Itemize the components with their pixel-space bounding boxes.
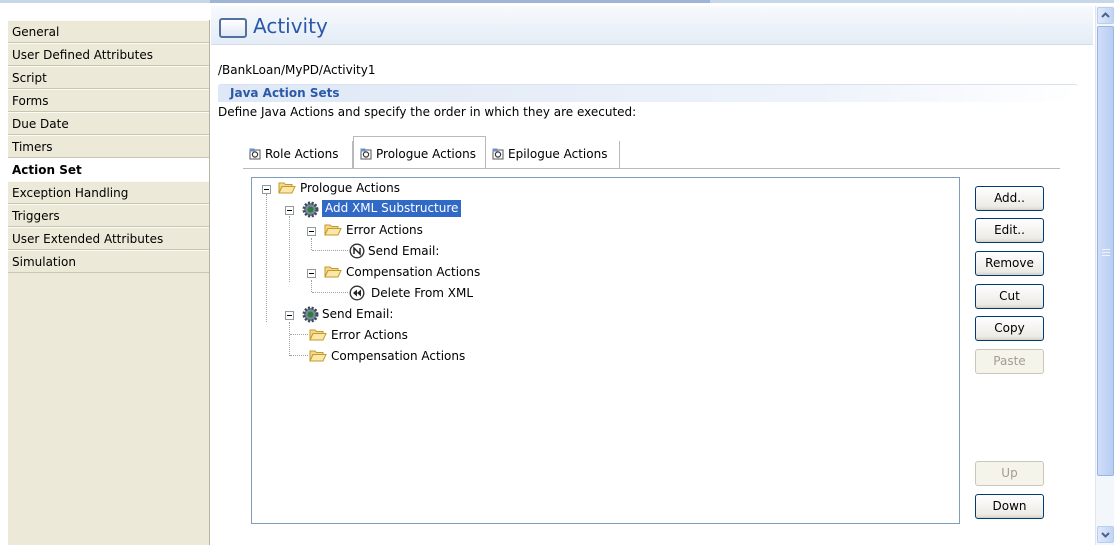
sidebar-item-triggers[interactable]: Triggers bbox=[8, 204, 209, 227]
down-button[interactable]: Down bbox=[975, 494, 1044, 519]
tree-node-label: Add XML Substructure bbox=[320, 199, 463, 218]
tab-prologue-actions[interactable]: Prologue Actions bbox=[353, 136, 486, 169]
up-button[interactable]: Up bbox=[975, 461, 1044, 486]
tree-node-label: Compensation Actions bbox=[346, 265, 481, 279]
collapse-toggle-icon[interactable] bbox=[307, 269, 316, 278]
tree-node-label: Delete From XML bbox=[371, 286, 474, 300]
tab-label: Role Actions bbox=[265, 147, 339, 161]
tree-connector bbox=[312, 250, 348, 251]
top-border-accent bbox=[210, 0, 710, 3]
tab-label: Prologue Actions bbox=[376, 147, 476, 161]
vertical-scrollbar[interactable] bbox=[1095, 6, 1114, 545]
sidebar-item-forms[interactable]: Forms bbox=[8, 89, 209, 112]
grip-line bbox=[1102, 255, 1110, 256]
tree-connector bbox=[290, 355, 308, 356]
rewind-circle-icon bbox=[349, 285, 365, 301]
tree-connector bbox=[289, 322, 290, 356]
tab-role-actions[interactable]: Role Actions bbox=[243, 141, 353, 169]
actions-tree[interactable]: Prologue Actions Add XML Substructure Er… bbox=[251, 177, 960, 524]
activity-box-icon bbox=[219, 18, 247, 38]
edit-button[interactable]: Edit.. bbox=[975, 218, 1044, 243]
java-action-icon bbox=[492, 148, 504, 160]
tree-node-label: Send Email: bbox=[368, 244, 440, 258]
page-header: Activity bbox=[211, 6, 1093, 45]
gear-icon bbox=[302, 306, 319, 323]
chevron-up-icon bbox=[1101, 12, 1110, 18]
folder-icon bbox=[324, 266, 342, 278]
tree-connector bbox=[312, 292, 348, 293]
section-description: Define Java Actions and specify the orde… bbox=[218, 105, 637, 119]
sidebar-item-user-defined-attributes[interactable]: User Defined Attributes bbox=[8, 43, 209, 66]
section-title: Java Action Sets bbox=[230, 86, 340, 100]
folder-icon bbox=[324, 224, 342, 236]
scroll-down-button[interactable] bbox=[1097, 526, 1114, 543]
cut-button[interactable]: Cut bbox=[975, 284, 1044, 309]
tree-connector bbox=[266, 194, 267, 322]
tree-connector bbox=[311, 280, 312, 292]
sidebar-nav: General User Defined Attributes Script F… bbox=[8, 20, 210, 545]
tree-node-label: Prologue Actions bbox=[300, 181, 400, 195]
java-action-icon bbox=[360, 148, 372, 160]
tree-connector bbox=[311, 238, 312, 250]
scroll-up-button[interactable] bbox=[1097, 7, 1114, 24]
tree-node-label: Error Actions bbox=[331, 328, 408, 342]
page-title: Activity bbox=[253, 14, 328, 38]
collapse-toggle-icon[interactable] bbox=[307, 227, 316, 236]
tree-node-label: Compensation Actions bbox=[331, 349, 466, 363]
tree-connector bbox=[290, 334, 308, 335]
folder-icon bbox=[309, 329, 327, 341]
tab-divider bbox=[243, 168, 1060, 169]
collapse-toggle-icon[interactable] bbox=[285, 206, 294, 215]
tree-node-label: Error Actions bbox=[346, 223, 423, 237]
collapse-toggle-icon[interactable] bbox=[285, 311, 294, 320]
remove-button[interactable]: Remove bbox=[975, 251, 1044, 276]
scroll-thumb[interactable] bbox=[1097, 26, 1114, 476]
gear-icon bbox=[302, 201, 319, 218]
tab-label: Epilogue Actions bbox=[508, 147, 608, 161]
tab-epilogue-actions[interactable]: Epilogue Actions bbox=[486, 141, 620, 169]
sidebar-item-due-date[interactable]: Due Date bbox=[8, 112, 209, 135]
copy-button[interactable]: Copy bbox=[975, 316, 1044, 341]
section-header: Java Action Sets bbox=[218, 84, 1078, 102]
grip-line bbox=[1102, 252, 1110, 253]
sidebar-item-exception-handling[interactable]: Exception Handling bbox=[8, 181, 209, 204]
sidebar-item-user-extended-attributes[interactable]: User Extended Attributes bbox=[8, 227, 209, 250]
chevron-down-icon bbox=[1101, 532, 1110, 538]
n-circle-icon bbox=[349, 243, 365, 259]
tree-node-label: Send Email: bbox=[322, 307, 394, 321]
java-action-icon bbox=[249, 148, 261, 160]
folder-icon bbox=[309, 350, 327, 362]
sidebar-item-action-set[interactable]: Action Set bbox=[8, 158, 209, 181]
folder-open-icon bbox=[278, 182, 296, 194]
grip-line bbox=[1102, 249, 1110, 250]
breadcrumb-path: /BankLoan/MyPD/Activity1 bbox=[218, 63, 376, 77]
tree-connector bbox=[289, 216, 290, 282]
add-button[interactable]: Add.. bbox=[975, 186, 1044, 211]
sidebar-item-timers[interactable]: Timers bbox=[8, 135, 209, 158]
paste-button[interactable]: Paste bbox=[975, 349, 1044, 374]
sidebar-item-general[interactable]: General bbox=[8, 20, 209, 43]
sidebar-item-simulation[interactable]: Simulation bbox=[8, 250, 209, 273]
collapse-toggle-icon[interactable] bbox=[262, 185, 271, 194]
sidebar-item-script[interactable]: Script bbox=[8, 66, 209, 89]
